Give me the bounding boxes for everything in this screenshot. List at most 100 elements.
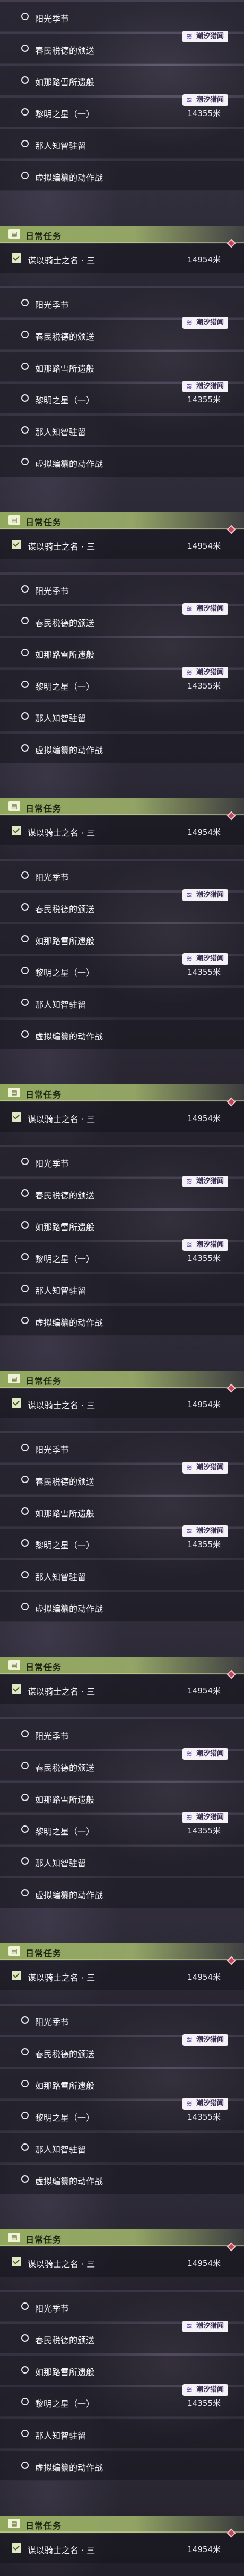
- event-badge: ≋ 潮汐猎闻: [182, 1239, 228, 1251]
- quest-row[interactable]: 如那路雪所遗般: [0, 1497, 244, 1527]
- daily-tasks-header[interactable]: ▤ 日常任务: [0, 1371, 244, 1388]
- quest-row[interactable]: 如那路雪所遗般: [0, 66, 244, 95]
- quest-row[interactable]: 那人知智驻留: [0, 2419, 244, 2449]
- daily-tasks-header[interactable]: ▤ 日常任务: [0, 2516, 244, 2533]
- quest-row[interactable]: 虚拟编纂的动作战: [0, 1020, 244, 1049]
- quest-row[interactable]: 如那路雪所遗般: [0, 2356, 244, 2385]
- daily-quest-row[interactable]: 谋以骑士之名 · 三 14954米: [0, 525, 244, 560]
- quest-row[interactable]: 那人知智驻留: [0, 1847, 244, 1876]
- quest-row[interactable]: 黎明之星（一） 14355米 ≋ 潮汐猎闻: [0, 2098, 244, 2131]
- daily-quest-row[interactable]: 谋以骑士之名 · 三 14954米: [0, 1956, 244, 1991]
- quest-row[interactable]: 阳光季节: [0, 1433, 244, 1463]
- daily-quest-row[interactable]: 谋以骑士之名 · 三 14954米: [0, 2242, 244, 2277]
- quest-name: 虚拟编纂的动作战: [35, 459, 103, 469]
- quest-row[interactable]: 阳光季节: [0, 1719, 244, 1749]
- quest-row[interactable]: 春民税德的颁送 ≋ 潮汐猎闻: [0, 2034, 244, 2067]
- daily-tasks-header[interactable]: ▤ 日常任务: [0, 1084, 244, 1101]
- book-icon: ▤: [8, 2519, 20, 2528]
- quest-status-circle-icon: [21, 426, 29, 434]
- wave-icon: ≋: [186, 382, 193, 391]
- quest-row[interactable]: 那人知智驻留: [0, 1560, 244, 1590]
- quest-row[interactable]: 虚拟编纂的动作战: [0, 1878, 244, 1908]
- quest-status-circle-icon: [21, 1507, 29, 1515]
- quest-row[interactable]: 那人知智驻留: [0, 2133, 244, 2163]
- quest-row[interactable]: 如那路雪所遗般: [0, 2069, 244, 2099]
- book-icon: ▤: [8, 515, 20, 525]
- quest-status-circle-icon: [21, 681, 29, 688]
- quest-row[interactable]: 阳光季节: [0, 2292, 244, 2322]
- quest-row[interactable]: 那人知智驻留: [0, 129, 244, 159]
- quest-row[interactable]: 如那路雪所遗般: [0, 1783, 244, 1813]
- daily-quest-row[interactable]: 谋以骑士之名 · 三 14954米: [0, 1670, 244, 1705]
- daily-quest-row[interactable]: 谋以骑士之名 · 三 14954米: [0, 1097, 244, 1132]
- quest-row[interactable]: 黎明之星（一） 14355米 ≋ 潮汐猎闻: [0, 953, 244, 986]
- daily-quest-distance: 14954米: [187, 541, 221, 551]
- quest-row[interactable]: 虚拟编纂的动作战: [0, 1592, 244, 1622]
- event-badge-label: 潮汐猎闻: [196, 1527, 224, 1535]
- quest-row[interactable]: 虚拟编纂的动作战: [0, 734, 244, 763]
- daily-tasks-header[interactable]: ▤ 日常任务: [0, 1943, 244, 1960]
- quest-status-circle-icon: [21, 1762, 29, 1769]
- quest-row[interactable]: 春民税德的颁送 ≋ 潮汐猎闻: [0, 2321, 244, 2353]
- quest-row[interactable]: 春民税德的颁送 ≋ 潮汐猎闻: [0, 1462, 244, 1495]
- quest-row[interactable]: 那人知智驻留: [0, 416, 244, 445]
- quest-row[interactable]: 那人知智驻留: [0, 702, 244, 731]
- quest-name: 阳光季节: [35, 1445, 69, 1455]
- quest-name: 黎明之星（一）: [35, 1540, 95, 1550]
- quest-row[interactable]: 虚拟编纂的动作战: [0, 1306, 244, 1336]
- quest-name: 虚拟编纂的动作战: [35, 1318, 103, 1328]
- quest-row[interactable]: 黎明之星（一） 14355米 ≋ 潮汐猎闻: [0, 1239, 244, 1272]
- quest-name: 如那路雪所遗般: [35, 1508, 95, 1519]
- wave-icon: ≋: [186, 2386, 193, 2394]
- quest-row[interactable]: 黎明之星（一） 14355米 ≋ 潮汐猎闻: [0, 667, 244, 700]
- quest-row[interactable]: 春民税德的颁送 ≋ 潮汐猎闻: [0, 1176, 244, 1208]
- quest-row[interactable]: 虚拟编纂的动作战: [0, 2451, 244, 2481]
- quest-row[interactable]: 虚拟编纂的动作战: [0, 161, 244, 191]
- daily-quest-row[interactable]: 谋以骑士之名 · 三 14954米: [0, 2528, 244, 2563]
- daily-quest-row[interactable]: 谋以骑士之名 · 三 14954米: [0, 1383, 244, 1418]
- quest-status-circle-icon: [21, 1253, 29, 1260]
- quest-row[interactable]: 如那路雪所遗般: [0, 352, 244, 382]
- event-badge: ≋ 潮汐猎闻: [182, 2321, 228, 2332]
- quest-row[interactable]: 如那路雪所遗般: [0, 1211, 244, 1240]
- quest-name: 阳光季节: [35, 1731, 69, 1741]
- quest-row[interactable]: 春民税德的颁送 ≋ 潮汐猎闻: [0, 317, 244, 350]
- quest-row[interactable]: 那人知智驻留: [0, 988, 244, 1018]
- quest-row[interactable]: 黎明之星（一） 14355米 ≋ 潮汐猎闻: [0, 1812, 244, 1845]
- quest-row[interactable]: 阳光季节: [0, 575, 244, 604]
- daily-tasks-header[interactable]: ▤ 日常任务: [0, 226, 244, 243]
- quest-row[interactable]: 春民税德的颁送 ≋ 潮汐猎闻: [0, 1748, 244, 1781]
- quest-row[interactable]: 阳光季节: [0, 1147, 244, 1177]
- daily-quest-row[interactable]: 谋以骑士之名 · 三 14954米: [0, 811, 244, 846]
- quest-panel: 阳光季节 春民税德的颁送 ≋ 潮汐猎闻 如那路雪所遗般 黎明之星（一） 14355米 ≋ 潮汐猎…: [0, 286, 244, 572]
- quest-row[interactable]: 如那路雪所遗般: [0, 924, 244, 954]
- wave-icon: ≋: [186, 32, 193, 41]
- quest-row[interactable]: 虚拟编纂的动作战: [0, 2165, 244, 2194]
- daily-tasks-header[interactable]: ▤ 日常任务: [0, 512, 244, 529]
- daily-tasks-header[interactable]: ▤ 日常任务: [0, 1657, 244, 1674]
- quest-name: 那人知智驻留: [35, 1000, 86, 1010]
- quest-row[interactable]: 春民税德的颁送 ≋ 潮汐猎闻: [0, 603, 244, 636]
- quest-row[interactable]: 如那路雪所遗般: [0, 638, 244, 668]
- quest-row[interactable]: 黎明之星（一） 14355米 ≋ 潮汐猎闻: [0, 1525, 244, 1558]
- quest-row[interactable]: 黎明之星（一） 14355米 ≋ 潮汐猎闻: [0, 381, 244, 413]
- quest-row[interactable]: 阳光季节: [0, 2, 244, 32]
- event-badge: ≋ 潮汐猎闻: [182, 317, 228, 329]
- quest-row[interactable]: 阳光季节: [0, 2006, 244, 2035]
- daily-tasks-header[interactable]: ▤ 日常任务: [0, 2229, 244, 2246]
- daily-quest-name: 谋以骑士之名 · 三: [28, 2259, 95, 2269]
- quest-row[interactable]: 春民税德的颁送 ≋ 潮汐猎闻: [0, 889, 244, 922]
- quest-row[interactable]: 阳光季节: [0, 288, 244, 318]
- quest-row[interactable]: 黎明之星（一） 14355米 ≋ 潮汐猎闻: [0, 94, 244, 127]
- event-badge: ≋ 潮汐猎闻: [182, 31, 228, 42]
- checkbox-icon: [12, 253, 21, 263]
- daily-tasks-header[interactable]: ▤ 日常任务: [0, 798, 244, 815]
- quest-row[interactable]: 春民税德的颁送 ≋ 潮汐猎闻: [0, 31, 244, 64]
- quest-name: 虚拟编纂的动作战: [35, 173, 103, 183]
- quest-row[interactable]: 那人知智驻留: [0, 1274, 244, 1304]
- quest-row[interactable]: 黎明之星（一） 14355米 ≋ 潮汐猎闻: [0, 2384, 244, 2417]
- quest-status-circle-icon: [21, 1825, 29, 1833]
- daily-quest-row[interactable]: 谋以骑士之名 · 三 14954米: [0, 239, 244, 274]
- quest-row[interactable]: 阳光季节: [0, 861, 244, 890]
- quest-row[interactable]: 虚拟编纂的动作战: [0, 447, 244, 477]
